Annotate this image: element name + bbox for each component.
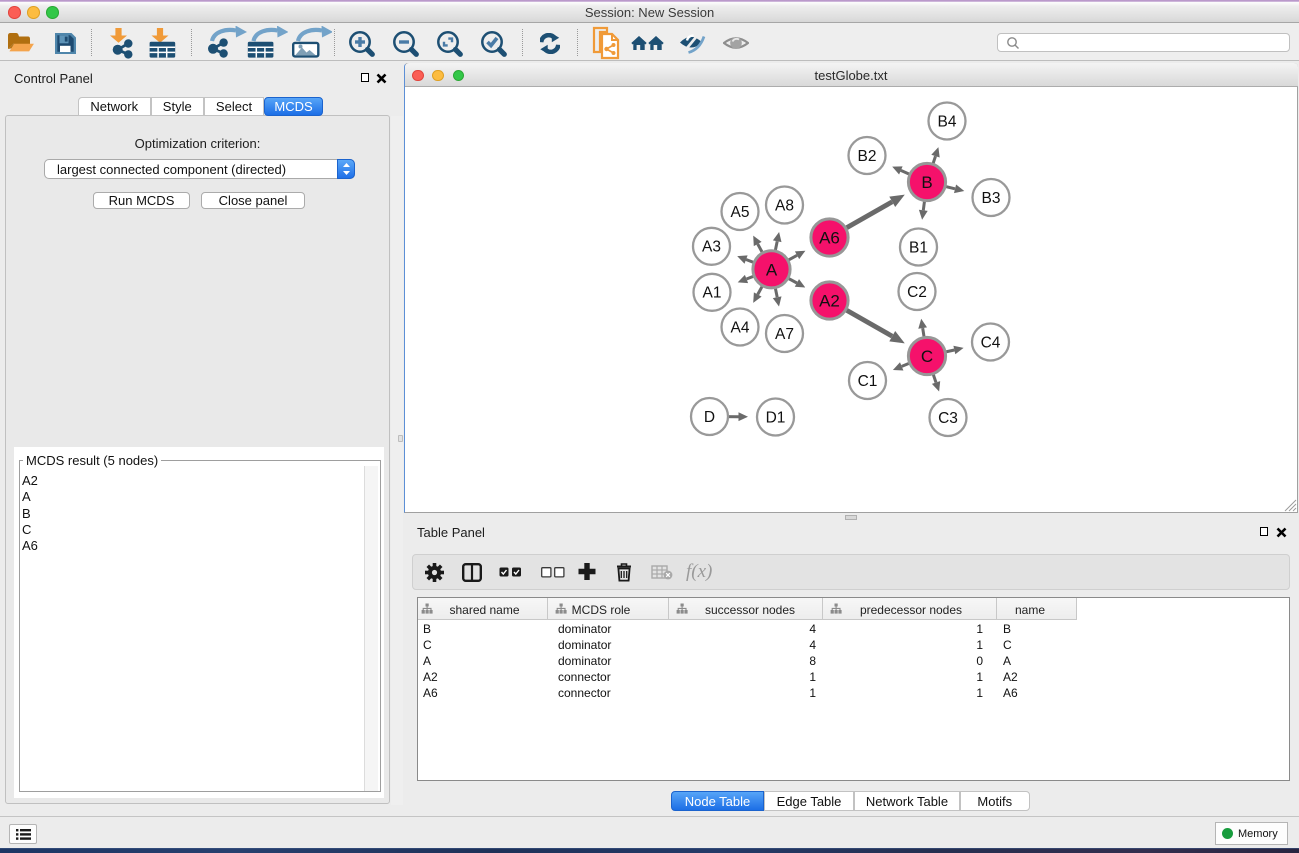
svg-text:C1: C1 (858, 373, 878, 390)
svg-text:C3: C3 (938, 410, 958, 427)
svg-text:A5: A5 (731, 204, 750, 221)
svg-text:A2: A2 (819, 292, 840, 311)
svg-text:B2: B2 (858, 148, 877, 165)
svg-text:B1: B1 (909, 239, 928, 256)
svg-text:D1: D1 (766, 409, 786, 426)
svg-text:A: A (766, 260, 778, 279)
svg-text:A8: A8 (775, 197, 794, 214)
svg-text:A6: A6 (819, 229, 840, 248)
svg-text:B3: B3 (982, 190, 1001, 207)
svg-text:D: D (704, 409, 715, 426)
svg-text:C: C (921, 347, 933, 366)
svg-text:B4: B4 (938, 113, 957, 130)
svg-text:A4: A4 (731, 319, 750, 336)
svg-text:A1: A1 (703, 285, 722, 302)
svg-text:B: B (921, 173, 932, 192)
svg-text:C2: C2 (907, 284, 927, 301)
svg-text:A7: A7 (775, 326, 794, 343)
svg-text:A3: A3 (702, 239, 721, 256)
svg-text:C4: C4 (981, 334, 1001, 351)
